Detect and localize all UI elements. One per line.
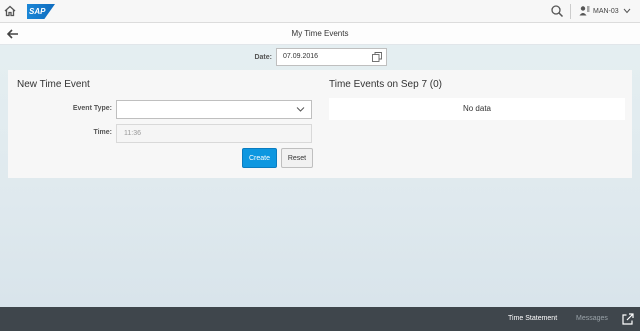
event-type-label: Event Type: <box>72 105 112 112</box>
search-icon[interactable] <box>550 4 564 18</box>
time-value: 11:36 <box>124 130 141 137</box>
time-statement-button[interactable]: Time Statement <box>508 315 557 322</box>
user-icon <box>579 5 590 18</box>
footer-bar: Time Statement Messages <box>0 307 640 331</box>
sap-logo[interactable]: SAP <box>27 4 55 19</box>
event-type-select[interactable] <box>116 100 312 119</box>
create-button[interactable]: Create <box>242 148 277 168</box>
home-icon[interactable] <box>3 4 17 18</box>
share-icon[interactable] <box>622 313 634 325</box>
chevron-down-icon <box>296 106 305 115</box>
page-title: My Time Events <box>291 29 349 38</box>
time-label: Time: <box>93 129 112 136</box>
date-label: Date: <box>254 54 272 61</box>
page-header: My Time Events <box>0 23 640 45</box>
main-panel: New Time Event Event Type: Time: 11:36 C… <box>8 70 632 178</box>
no-data-message: No data <box>329 98 625 120</box>
date-value: 07.09.2016 <box>283 53 319 60</box>
header-divider <box>570 4 571 19</box>
shell-header: SAP MAN-03 <box>0 0 640 23</box>
chevron-down-icon <box>623 7 631 16</box>
reset-button[interactable]: Reset <box>281 148 313 168</box>
user-menu[interactable]: MAN-03 <box>579 5 631 18</box>
user-name: MAN-03 <box>593 8 619 15</box>
events-list-title: Time Events on Sep 7 (0) <box>329 79 443 90</box>
messages-button[interactable]: Messages <box>576 315 608 322</box>
new-event-title: New Time Event <box>17 79 90 90</box>
calendar-icon[interactable] <box>372 52 382 62</box>
time-field[interactable]: 11:36 <box>116 124 312 143</box>
date-picker[interactable]: 07.09.2016 <box>276 48 387 66</box>
